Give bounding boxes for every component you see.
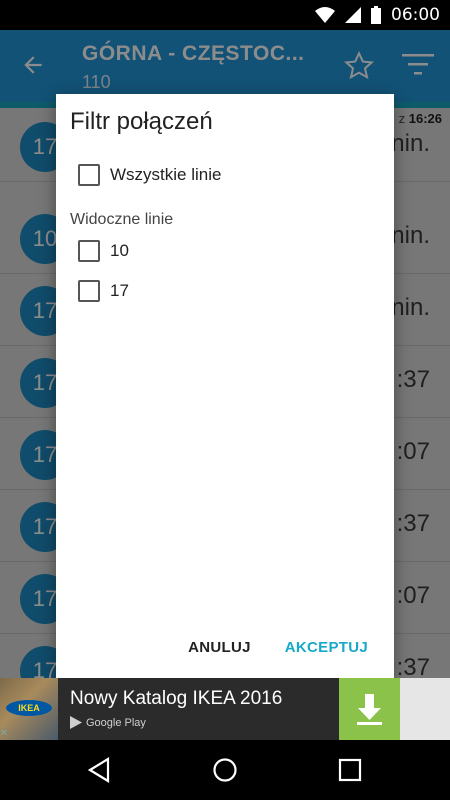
line-17-label: 17 <box>110 281 129 300</box>
ikea-logo: IKEA <box>6 700 52 716</box>
line-option-17[interactable]: 17 <box>78 280 129 302</box>
recents-nav-icon[interactable] <box>338 757 362 783</box>
ad-store-label: Google Play <box>86 716 146 729</box>
ad-download-button[interactable] <box>339 678 400 740</box>
status-bar: 06:00 <box>0 0 450 30</box>
home-nav-icon[interactable] <box>212 757 238 783</box>
line-10-checkbox[interactable] <box>78 240 100 262</box>
ad-banner[interactable]: IKEA ✕ Nowy Katalog IKEA 2016 Google Pla… <box>0 678 450 740</box>
ad-headline: Nowy Katalog IKEA 2016 <box>70 688 283 709</box>
download-icon <box>357 694 382 725</box>
line-10-label: 10 <box>110 241 129 260</box>
visible-lines-heading: Widoczne linie <box>70 211 174 228</box>
line-17-checkbox[interactable] <box>78 280 100 302</box>
dialog-actions: ANULUJ AKCEPTUJ <box>188 639 368 656</box>
ad-padding <box>400 678 450 740</box>
signal-icon <box>345 7 361 23</box>
wifi-icon <box>315 7 335 23</box>
dialog-title: Filtr połączeń <box>70 108 213 135</box>
status-time: 06:00 <box>391 5 440 25</box>
ad-close-icon[interactable]: ✕ <box>0 728 8 739</box>
nav-bar <box>0 740 450 800</box>
all-lines-checkbox[interactable] <box>78 164 100 186</box>
accept-button[interactable]: AKCEPTUJ <box>285 639 368 656</box>
line-option-10[interactable]: 10 <box>78 240 129 262</box>
battery-icon <box>371 6 381 24</box>
ad-store: Google Play <box>70 716 146 729</box>
ad-thumbnail: IKEA <box>0 678 58 740</box>
filter-dialog: Filtr połączeń Wszystkie linie Widoczne … <box>56 94 394 678</box>
all-lines-label: Wszystkie linie <box>110 165 222 184</box>
all-lines-option[interactable]: Wszystkie linie <box>78 164 221 186</box>
back-nav-icon[interactable] <box>88 757 112 783</box>
google-play-icon <box>70 716 82 729</box>
cancel-button[interactable]: ANULUJ <box>188 639 251 656</box>
